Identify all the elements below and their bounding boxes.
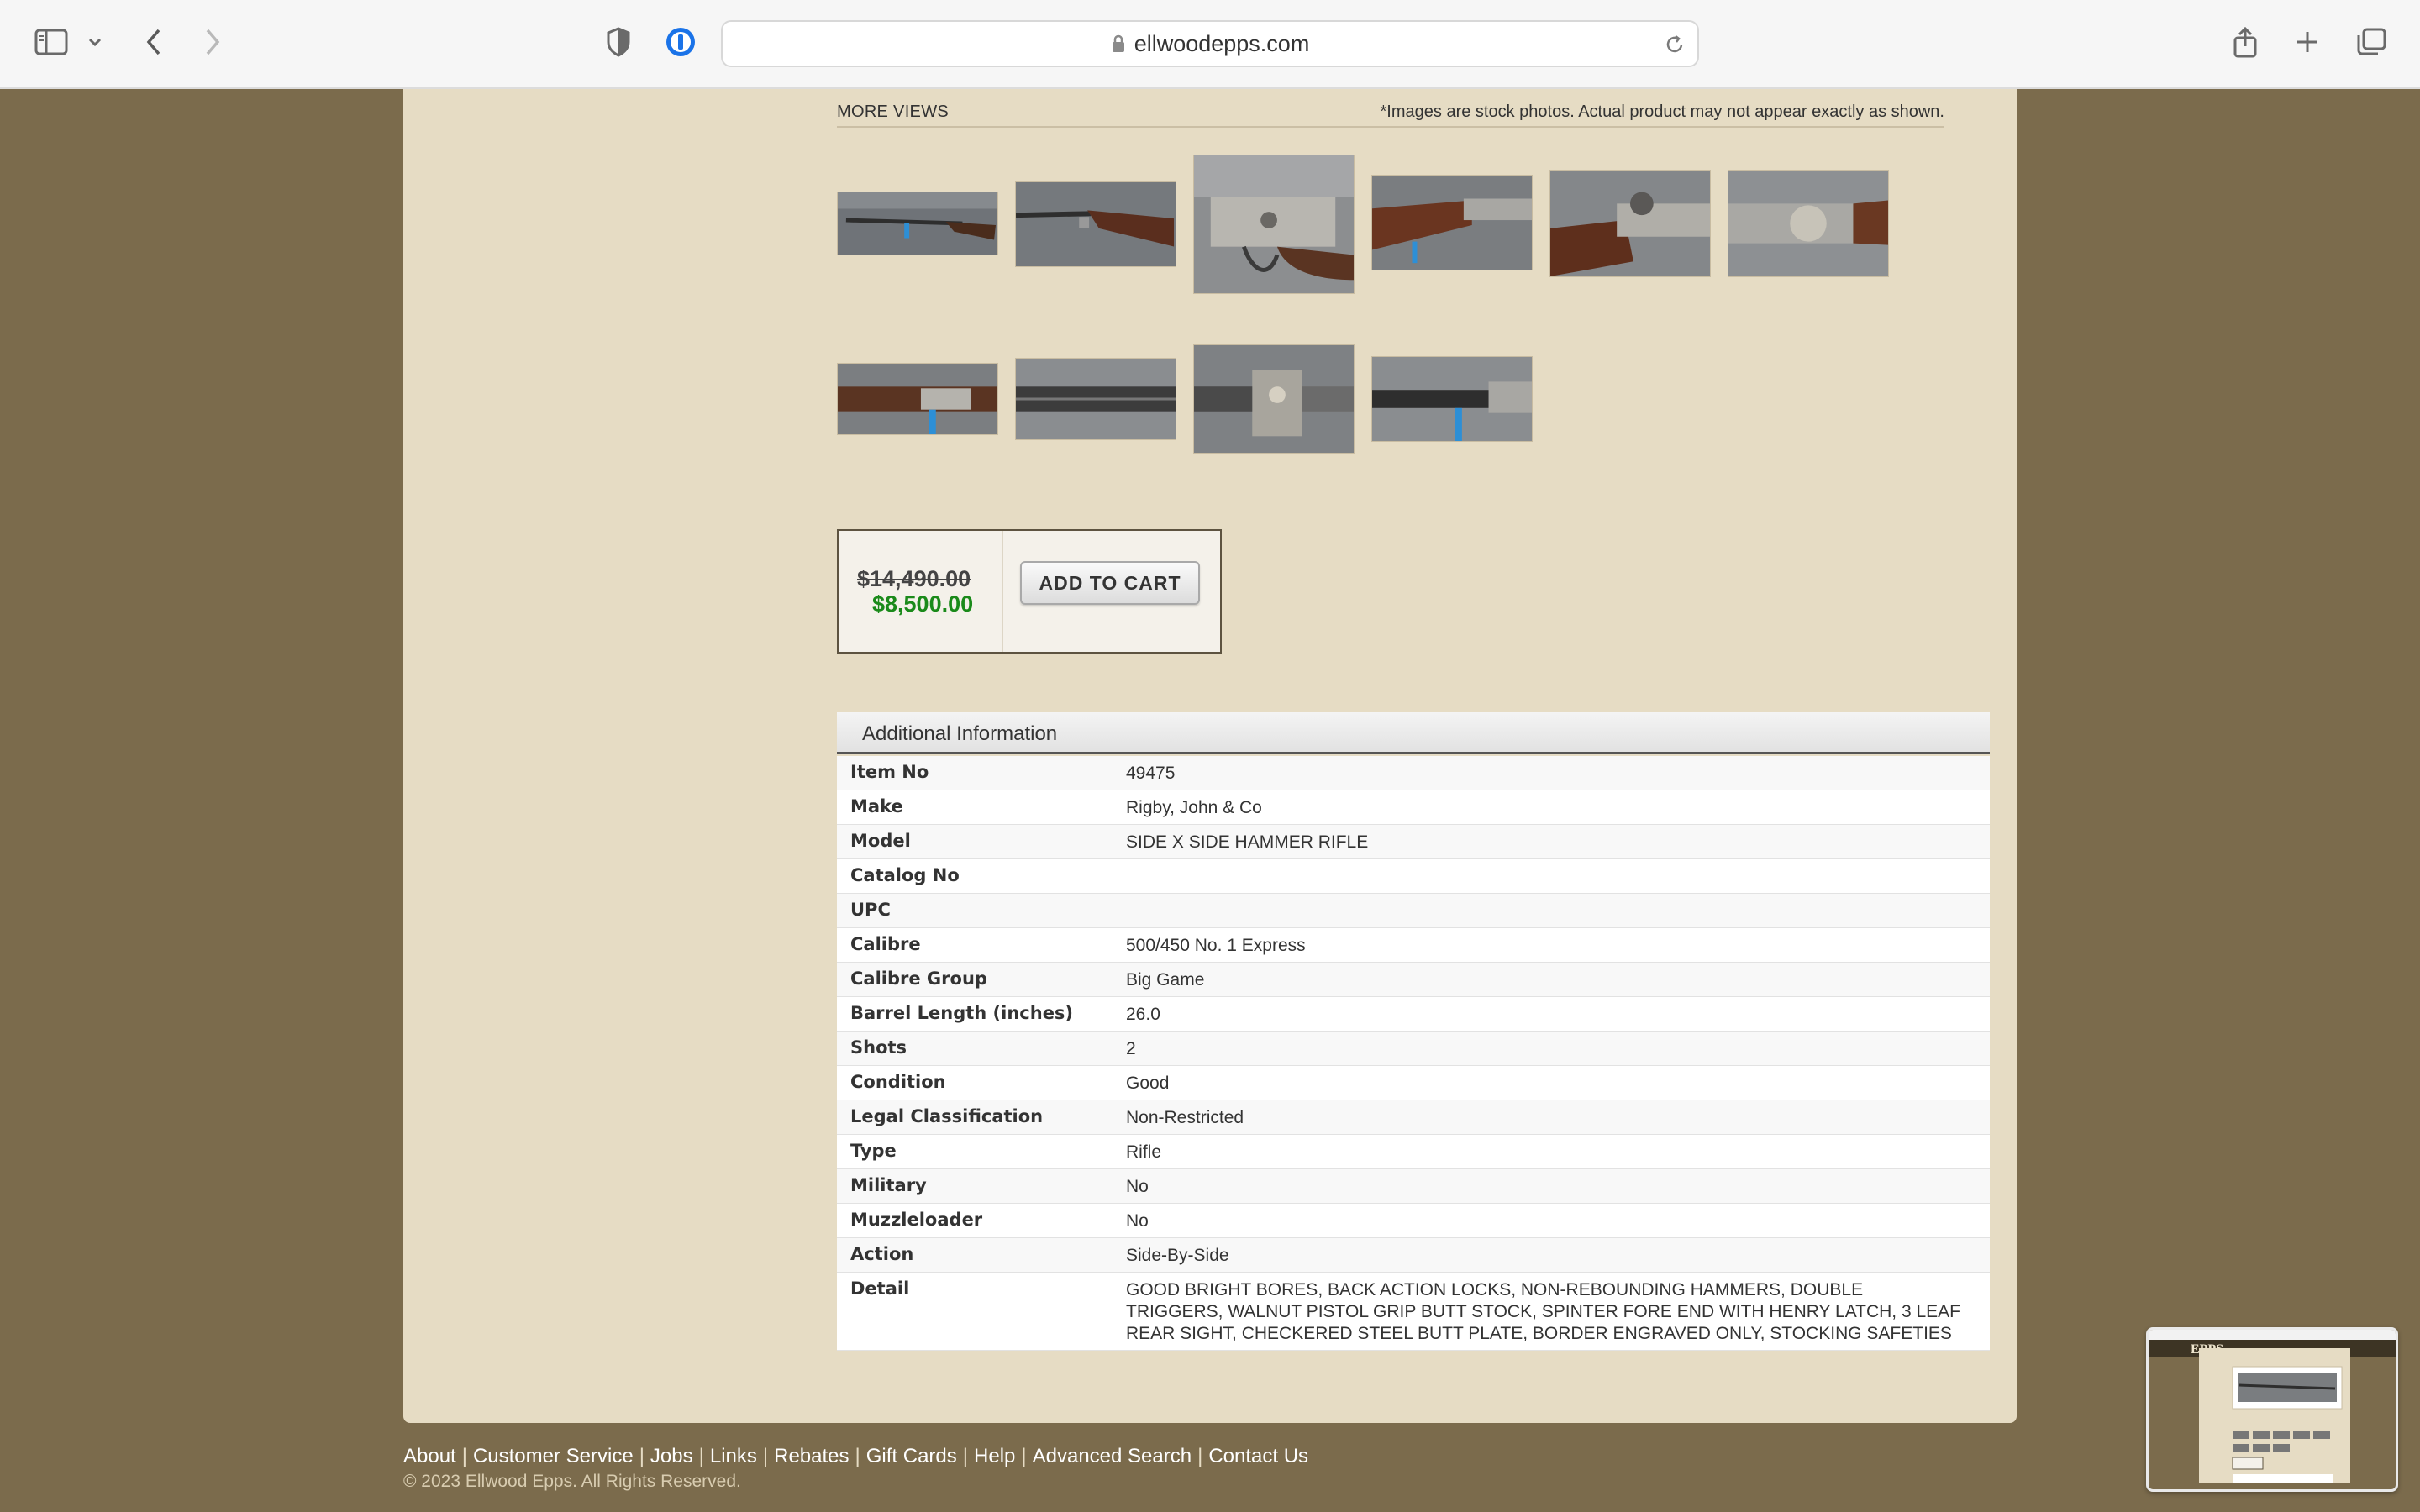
row-label: Calibre Group	[850, 969, 987, 989]
forward-icon[interactable]	[198, 24, 227, 60]
lock-icon	[1112, 34, 1124, 52]
table-row: Calibre 500/450 No. 1 Express	[837, 928, 1990, 963]
row-value: Non-Restricted	[1126, 1108, 1244, 1127]
product-thumbnail[interactable]	[837, 192, 998, 255]
table-row: Type Rifle	[837, 1135, 1990, 1169]
product-thumbnail[interactable]	[1728, 170, 1889, 277]
row-label: Condition	[850, 1072, 946, 1092]
more-views-header: MORE VIEWS *Images are stock photos. Act…	[837, 102, 1944, 128]
footer-link-gift-cards[interactable]: Gift Cards	[866, 1445, 957, 1467]
product-thumbnail[interactable]	[837, 363, 998, 435]
tab-overview-icon[interactable]	[2354, 24, 2388, 60]
table-row: UPC	[837, 894, 1990, 928]
table-row: Muzzleloader No	[837, 1204, 1990, 1238]
add-to-cart-button[interactable]: ADD TO CART	[1020, 561, 1200, 605]
row-value: 2	[1126, 1039, 1136, 1058]
table-row: Barrel Length (inches) 26.0	[837, 997, 1990, 1032]
row-value: Rigby, John & Co	[1126, 798, 1262, 817]
row-label: Catalog No	[850, 865, 960, 885]
table-row: Model SIDE X SIDE HAMMER RIFLE	[837, 825, 1990, 859]
row-label: Type	[850, 1141, 897, 1161]
new-tab-icon[interactable]	[2292, 24, 2323, 60]
row-label: Legal Classification	[850, 1106, 1044, 1126]
row-label: Detail	[850, 1278, 910, 1299]
table-row: Catalog No	[837, 859, 1990, 894]
sale-price: $8,500.00	[872, 591, 974, 617]
price-box: $14,490.00 $8,500.00 ADD TO CART	[837, 529, 1222, 654]
table-row: Calibre Group Big Game	[837, 963, 1990, 997]
row-label: Item No	[850, 762, 929, 782]
table-row: Shots 2	[837, 1032, 1990, 1066]
row-label: UPC	[850, 900, 891, 920]
chevron-down-icon[interactable]	[84, 24, 106, 60]
row-label: Shots	[850, 1037, 908, 1058]
footer-links: About | Customer Service | Jobs | Links | Rebate…	[403, 1445, 1309, 1467]
product-thumbnail[interactable]	[1193, 155, 1355, 294]
product-thumbnail[interactable]	[1549, 170, 1711, 277]
row-label: Barrel Length (inches)	[850, 1003, 1074, 1023]
table-row: Detail GOOD BRIGHT BORES, BACK ACTION LOC…	[837, 1273, 1990, 1351]
footer-link-links[interactable]: Links	[710, 1445, 757, 1467]
table-row: Condition Good	[837, 1066, 1990, 1100]
product-thumbnail[interactable]	[1371, 175, 1533, 270]
url-text: ellwoodepps.com	[1134, 30, 1310, 56]
row-value: 500/450 No. 1 Express	[1126, 936, 1306, 955]
more-views-title: MORE VIEWS	[837, 102, 950, 121]
row-value: GOOD BRIGHT BORES, BACK ACTION LOCKS, NO…	[1126, 1280, 1961, 1343]
table-row: Action Side-By-Side	[837, 1238, 1990, 1273]
row-label: Calibre	[850, 934, 921, 954]
row-value: Good	[1126, 1074, 1170, 1093]
row-value: 49475	[1126, 764, 1176, 783]
price-divider	[1002, 531, 1003, 652]
row-label: Military	[850, 1175, 927, 1195]
row-value: Big Game	[1126, 970, 1205, 990]
additional-info-header: Additional Information	[837, 712, 1990, 754]
share-icon[interactable]	[2230, 24, 2260, 60]
footer-link-advanced-search[interactable]: Advanced Search	[1033, 1445, 1192, 1467]
table-row: Item No 49475	[837, 756, 1990, 790]
old-price: $14,490.00	[857, 566, 971, 591]
copyright-text: © 2023 Ellwood Epps. All Rights Reserved…	[403, 1472, 741, 1491]
footer-link-contact-us[interactable]: Contact Us	[1208, 1445, 1308, 1467]
footer-link-jobs[interactable]: Jobs	[650, 1445, 693, 1467]
footer-link-help[interactable]: Help	[974, 1445, 1015, 1467]
privacy-shield-icon[interactable]	[603, 24, 634, 60]
additional-info-title: Additional Information	[862, 722, 1058, 745]
table-row: Military No	[837, 1169, 1990, 1204]
stock-photo-note: *Images are stock photos. Actual product…	[1380, 102, 1944, 121]
product-thumbnail[interactable]	[1015, 358, 1176, 440]
row-label: Make	[850, 796, 903, 816]
row-value: 26.0	[1126, 1005, 1160, 1024]
row-value: No	[1126, 1177, 1149, 1196]
footer-link-rebates[interactable]: Rebates	[774, 1445, 849, 1467]
row-value	[1126, 894, 1990, 927]
product-thumbnail[interactable]	[1015, 181, 1176, 267]
sidebar-toggle-icon[interactable]	[32, 24, 71, 60]
back-icon[interactable]	[139, 24, 168, 60]
row-label: Model	[850, 831, 911, 851]
footer-link-about[interactable]: About	[403, 1445, 456, 1467]
row-value: No	[1126, 1211, 1149, 1231]
password-manager-icon[interactable]	[664, 24, 697, 60]
row-value: Rifle	[1126, 1142, 1162, 1162]
row-value: SIDE X SIDE HAMMER RIFLE	[1126, 832, 1369, 852]
row-value	[1126, 859, 1990, 893]
row-label: Muzzleloader	[850, 1210, 983, 1230]
row-label: Action	[850, 1244, 914, 1264]
row-value: Side-By-Side	[1126, 1246, 1229, 1265]
product-thumbnail[interactable]	[1371, 356, 1533, 442]
page-preview-thumbnail[interactable]: EPPS	[2146, 1327, 2398, 1492]
additional-info-table: Item No 49475 Make Rigby, John & Co Model S…	[837, 756, 1990, 1351]
table-row: Legal Classification Non-Restricted	[837, 1100, 1990, 1135]
address-bar[interactable]: ellwoodepps.com	[721, 20, 1699, 67]
footer-link-customer-service[interactable]: Customer Service	[473, 1445, 634, 1467]
product-thumbnail[interactable]	[1193, 344, 1355, 454]
table-row: Make Rigby, John & Co	[837, 790, 1990, 825]
browser-toolbar: ellwoodepps.com	[0, 0, 2420, 89]
reload-icon[interactable]	[1664, 34, 1686, 55]
